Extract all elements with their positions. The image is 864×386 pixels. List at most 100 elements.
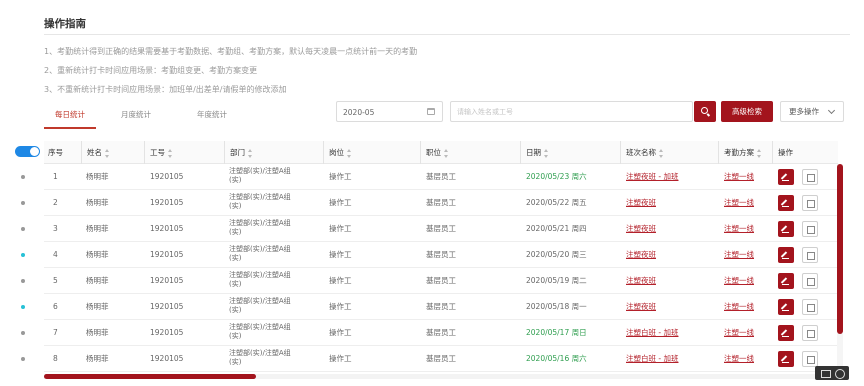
tab-daily[interactable]: 每日统计: [44, 103, 96, 129]
row-plan-link[interactable]: 注塑一线: [724, 346, 754, 372]
sort-icon[interactable]: [544, 148, 549, 158]
row-level: 基层员工: [426, 276, 456, 285]
row-dept: 注塑部(实)/注塑A组(实): [229, 297, 291, 314]
row-shift-link[interactable]: 注塑夜班: [626, 242, 656, 268]
row-shift-link[interactable]: 注塑夜班: [626, 190, 656, 216]
row-status-dot: [21, 279, 25, 283]
table-row[interactable]: 3 杨明菲 1920105 注塑部(实)/注塑A组(实) 操作工 基层员工 2020/05/…: [44, 216, 838, 242]
header-post[interactable]: 岗位: [323, 141, 352, 164]
view-icon[interactable]: [802, 325, 818, 341]
row-name: 杨明菲: [86, 354, 109, 363]
edit-icon[interactable]: [778, 247, 794, 263]
row-status-dot: [21, 331, 25, 335]
table-row[interactable]: 2 杨明菲 1920105 注塑部(实)/注塑A组(实) 操作工 基层员工 2020/05/…: [44, 190, 838, 216]
row-dept: 注塑部(实)/注塑A组(实): [229, 323, 291, 340]
header-name[interactable]: 姓名: [81, 141, 110, 164]
view-icon[interactable]: [802, 195, 818, 211]
row-date: 2020/05/16 周六: [526, 354, 587, 363]
row-post: 操作工: [329, 302, 352, 311]
column-toggle[interactable]: [15, 146, 40, 157]
row-level: 基层员工: [426, 354, 456, 363]
advanced-search-button[interactable]: 高级检索: [721, 101, 773, 122]
row-index: 2: [53, 198, 58, 207]
row-dept: 注塑部(实)/注塑A组(实): [229, 167, 291, 184]
row-index: 4: [53, 250, 58, 259]
view-icon[interactable]: [802, 299, 818, 315]
month-picker[interactable]: [336, 101, 443, 122]
sort-icon[interactable]: [168, 148, 173, 158]
sort-icon[interactable]: [444, 148, 449, 158]
more-actions-dropdown[interactable]: 更多操作: [780, 101, 844, 122]
row-plan-link[interactable]: 注塑一线: [724, 164, 754, 190]
header-level[interactable]: 职位: [420, 141, 449, 164]
row-name: 杨明菲: [86, 328, 109, 337]
table-row[interactable]: 6 杨明菲 1920105 注塑部(实)/注塑A组(实) 操作工 基层员工 2020/05/…: [44, 294, 838, 320]
row-date: 2020/05/22 周五: [526, 198, 587, 207]
search-button[interactable]: [694, 101, 716, 122]
header-dept[interactable]: 部门: [224, 141, 253, 164]
row-date: 2020/05/21 周四: [526, 224, 587, 233]
header-id[interactable]: 工号: [144, 141, 173, 164]
row-plan-link[interactable]: 注塑一线: [724, 268, 754, 294]
row-employee-id: 1920105: [150, 198, 184, 207]
row-plan-link[interactable]: 注塑一线: [724, 216, 754, 242]
row-plan-link[interactable]: 注塑一线: [724, 294, 754, 320]
guide-item-1: 1、考勤统计得到正确的结果需要基于考勤数据、考勤组、考勤方案，默认每天凌晨一点统…: [44, 47, 418, 56]
tab-monthly[interactable]: 月度统计: [110, 103, 162, 129]
view-icon[interactable]: [802, 247, 818, 263]
floating-toolbar[interactable]: [815, 366, 849, 380]
row-employee-id: 1920105: [150, 250, 184, 259]
row-dept: 注塑部(实)/注塑A组(实): [229, 219, 291, 236]
header-shift[interactable]: 班次名称: [620, 141, 664, 164]
view-icon[interactable]: [802, 221, 818, 237]
header-plan[interactable]: 考勤方案: [718, 141, 762, 164]
row-employee-id: 1920105: [150, 276, 184, 285]
view-icon[interactable]: [802, 351, 818, 367]
month-input[interactable]: [343, 105, 418, 119]
row-name: 杨明菲: [86, 250, 109, 259]
row-level: 基层员工: [426, 250, 456, 259]
row-shift-link[interactable]: 注塑白班 - 加班: [626, 320, 678, 346]
sort-icon[interactable]: [659, 148, 664, 158]
row-plan-link[interactable]: 注塑一线: [724, 242, 754, 268]
edit-icon[interactable]: [778, 325, 794, 341]
horizontal-scrollbar[interactable]: [44, 374, 256, 379]
row-plan-link[interactable]: 注塑一线: [724, 320, 754, 346]
row-shift-link[interactable]: 注塑夜班: [626, 216, 656, 242]
row-plan-link[interactable]: 注塑一线: [724, 190, 754, 216]
guide-divider: [44, 34, 850, 35]
tab-yearly[interactable]: 年度统计: [186, 103, 238, 129]
sort-icon[interactable]: [105, 148, 110, 158]
table-row[interactable]: 8 杨明菲 1920105 注塑部(实)/注塑A组(实) 操作工 基层员工 2020/05/…: [44, 346, 838, 372]
table-row[interactable]: 7 杨明菲 1920105 注塑部(实)/注塑A组(实) 操作工 基层员工 2020/05/…: [44, 320, 838, 346]
edit-icon[interactable]: [778, 299, 794, 315]
edit-icon[interactable]: [778, 195, 794, 211]
table-row[interactable]: 4 杨明菲 1920105 注塑部(实)/注塑A组(实) 操作工 基层员工 2020/05/…: [44, 242, 838, 268]
table-row[interactable]: 1 杨明菲 1920105 注塑部(实)/注塑A组(实) 操作工 基层员工 2020/05/…: [44, 164, 838, 190]
edit-icon[interactable]: [778, 169, 794, 185]
table-row[interactable]: 5 杨明菲 1920105 注塑部(实)/注塑A组(实) 操作工 基层员工 2020/05/…: [44, 268, 838, 294]
row-post: 操作工: [329, 328, 352, 337]
row-shift-link[interactable]: 注塑夜班 - 加班: [626, 164, 678, 190]
vertical-scrollbar[interactable]: [837, 164, 843, 334]
row-shift-link[interactable]: 注塑夜班: [626, 294, 656, 320]
search-field[interactable]: [450, 101, 693, 122]
calendar-icon[interactable]: [427, 108, 435, 115]
view-icon[interactable]: [802, 273, 818, 289]
sort-icon[interactable]: [248, 148, 253, 158]
guide-title: 操作指南: [44, 18, 86, 30]
row-shift-link[interactable]: 注塑白班 - 加班: [626, 346, 678, 372]
sort-icon[interactable]: [757, 148, 762, 158]
search-input[interactable]: [457, 105, 687, 119]
edit-icon[interactable]: [778, 351, 794, 367]
edit-icon[interactable]: [778, 273, 794, 289]
row-index: 6: [53, 302, 58, 311]
view-icon[interactable]: [802, 169, 818, 185]
row-dept: 注塑部(实)/注塑A组(实): [229, 193, 291, 210]
row-employee-id: 1920105: [150, 224, 184, 233]
sort-icon[interactable]: [347, 148, 352, 158]
header-date[interactable]: 日期: [520, 141, 549, 164]
row-name: 杨明菲: [86, 302, 109, 311]
row-shift-link[interactable]: 注塑夜班: [626, 268, 656, 294]
edit-icon[interactable]: [778, 221, 794, 237]
